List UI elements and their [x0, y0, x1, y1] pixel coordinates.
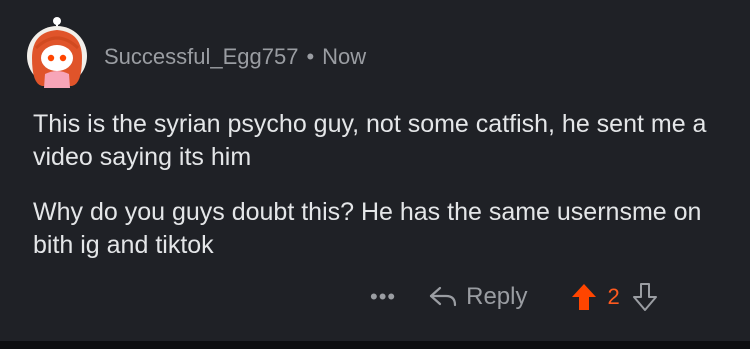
- comment-paragraph: Why do you guys doubt this? He has the s…: [33, 198, 702, 259]
- comment-header: Successful_Egg757 • Now: [22, 14, 366, 92]
- comment-meta: Successful_Egg757 • Now: [104, 44, 366, 70]
- user-avatar-icon[interactable]: [22, 14, 92, 92]
- upvote-arrow-icon[interactable]: [571, 282, 597, 312]
- downvote-arrow-icon[interactable]: [632, 282, 658, 312]
- meta-separator: •: [306, 44, 315, 69]
- more-options-button[interactable]: •••: [370, 284, 396, 310]
- vote-count: 2: [607, 284, 620, 309]
- comment-body: This is the syrian psycho guy, not some …: [33, 108, 723, 284]
- reply-arrow-icon: [430, 286, 457, 307]
- comment-paragraph: This is the syrian psycho guy, not some …: [33, 110, 707, 171]
- author-username[interactable]: Successful_Egg757: [104, 44, 298, 70]
- comment-card: Successful_Egg757 • Now This is the syri…: [0, 0, 750, 341]
- reply-label: Reply: [466, 283, 528, 310]
- timestamp: Now: [322, 44, 367, 69]
- reply-button[interactable]: Reply: [428, 283, 527, 311]
- comment-actions: ••• Reply 2: [370, 282, 658, 312]
- vote-controls: 2: [571, 282, 657, 312]
- bottom-divider: [0, 341, 750, 349]
